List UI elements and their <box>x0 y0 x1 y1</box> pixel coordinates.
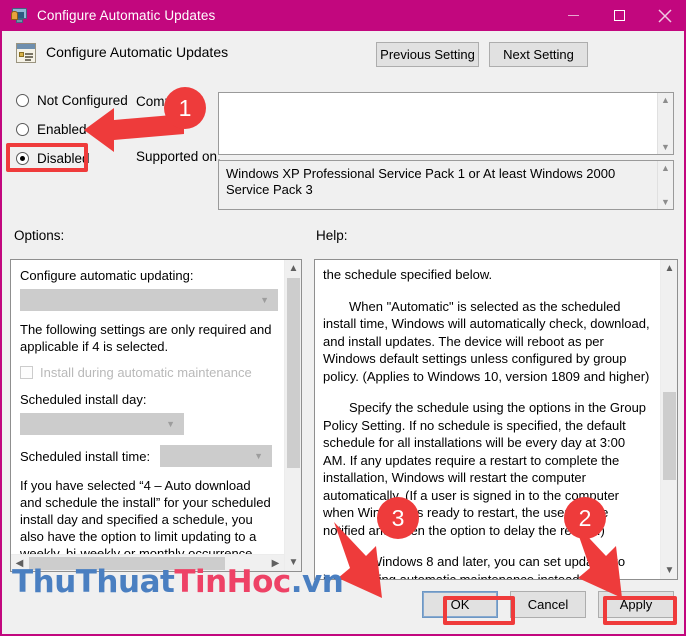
radio-not-configured[interactable]: Not Configured <box>16 93 128 108</box>
radio-enabled[interactable]: Enabled <box>16 122 87 137</box>
radio-not-configured-label: Not Configured <box>37 93 128 108</box>
help-section-label: Help: <box>316 228 348 243</box>
options-panel: Configure automatic updating: ▼ The foll… <box>10 259 302 572</box>
help-scroll-thumb[interactable] <box>663 392 676 480</box>
chevron-down-icon: ▼ <box>166 419 175 429</box>
group-policy-setting-icon <box>16 43 36 63</box>
radio-disabled[interactable]: Disabled <box>16 151 90 166</box>
scroll-down-icon[interactable]: ▼ <box>658 140 674 154</box>
scroll-left-icon[interactable]: ◀ <box>11 555 28 571</box>
help-content: the schedule specified below. When "Auto… <box>315 260 660 579</box>
options-section-label: Options: <box>14 228 65 243</box>
cancel-button[interactable]: Cancel <box>510 591 586 618</box>
maximize-icon <box>613 10 625 21</box>
install-during-maintenance-checkbox[interactable]: Install during automatic maintenance <box>20 365 275 380</box>
radio-disabled-label: Disabled <box>37 151 90 166</box>
configure-automatic-updating-label: Configure automatic updating: <box>20 268 194 283</box>
minimize-icon <box>567 15 579 16</box>
window-controls <box>550 0 684 31</box>
help-paragraph: the schedule specified below. <box>323 267 493 282</box>
options-scroll-thumb[interactable] <box>287 278 300 468</box>
setting-navigation: Previous Setting Next Setting <box>376 42 588 67</box>
comment-textarea[interactable]: ▲ ▼ <box>218 92 674 155</box>
computer-monitor-icon <box>11 7 29 25</box>
radio-not-configured-indicator <box>16 94 29 107</box>
help-panel: the schedule specified below. When "Auto… <box>314 259 678 580</box>
options-horizontal-scrollbar[interactable]: ◀ ▶ <box>11 554 284 571</box>
radio-enabled-label: Enabled <box>37 122 87 137</box>
help-vertical-scrollbar[interactable]: ▲ ▼ <box>660 260 677 579</box>
chevron-down-icon: ▼ <box>260 295 269 305</box>
scroll-right-icon[interactable]: ▶ <box>267 555 284 571</box>
scheduled-install-time-label: Scheduled install time: <box>20 448 151 464</box>
options-content: Configure automatic updating: ▼ The foll… <box>11 260 284 571</box>
help-paragraph: Specify the schedule using the options i… <box>323 400 647 538</box>
scroll-up-icon[interactable]: ▲ <box>285 260 301 277</box>
chevron-down-icon: ▼ <box>254 451 264 461</box>
supported-on-value: Windows XP Professional Service Pack 1 o… <box>226 166 616 197</box>
close-button[interactable] <box>642 0 684 31</box>
scheduled-install-day-label: Scheduled install day: <box>20 392 147 407</box>
configure-automatic-updates-dialog: Configure Automatic Updates Configure Au… <box>0 0 686 636</box>
checkbox-indicator <box>20 366 33 379</box>
configure-automatic-updating-dropdown[interactable]: ▼ <box>20 289 278 311</box>
close-icon <box>658 8 672 23</box>
window-titlebar: Configure Automatic Updates <box>2 0 684 31</box>
supported-on-scrollbar[interactable]: ▲ ▼ <box>657 161 673 209</box>
policy-title: Configure Automatic Updates <box>46 44 229 60</box>
maximize-button[interactable] <box>596 0 642 31</box>
scroll-down-icon[interactable]: ▼ <box>658 195 674 209</box>
apply-button[interactable]: Apply <box>598 591 674 618</box>
comment-scrollbar[interactable]: ▲ ▼ <box>657 93 673 154</box>
options-note: The following settings are only required… <box>20 322 272 354</box>
radio-disabled-indicator <box>16 152 29 165</box>
radio-enabled-indicator <box>16 123 29 136</box>
next-setting-button[interactable]: Next Setting <box>489 42 588 67</box>
scroll-down-icon[interactable]: ▼ <box>661 562 677 579</box>
help-paragraph: When "Automatic" is selected as the sche… <box>323 298 650 384</box>
previous-setting-button[interactable]: Previous Setting <box>376 42 479 67</box>
scheduled-install-day-dropdown[interactable]: ▼ <box>20 413 184 435</box>
help-paragraph: On Windows 8 and later, you can set upda… <box>323 554 626 580</box>
scroll-up-icon[interactable]: ▲ <box>658 161 674 175</box>
supported-on-textarea: Windows XP Professional Service Pack 1 o… <box>218 160 674 210</box>
comment-label: Comment: <box>136 94 199 109</box>
dialog-footer: OK Cancel Apply <box>4 580 684 632</box>
window-title: Configure Automatic Updates <box>37 8 216 23</box>
install-during-maintenance-label: Install during automatic maintenance <box>40 365 252 380</box>
dialog-header: Configure Automatic Updates Previous Set… <box>4 31 684 85</box>
footer-buttons: OK Cancel Apply <box>422 591 674 618</box>
scheduled-install-time-dropdown[interactable]: ▼ <box>160 445 273 467</box>
scheduled-install-time-row: Scheduled install time: ▼ <box>20 445 275 467</box>
scroll-up-icon[interactable]: ▲ <box>661 260 677 277</box>
supported-on-label: Supported on: <box>136 149 221 164</box>
options-vertical-scrollbar[interactable]: ▲ ▼ <box>284 260 301 571</box>
options-hscroll-thumb[interactable] <box>29 557 225 570</box>
scroll-up-icon[interactable]: ▲ <box>658 93 674 107</box>
minimize-button[interactable] <box>550 0 596 31</box>
ok-button[interactable]: OK <box>422 591 498 618</box>
scroll-down-icon[interactable]: ▼ <box>285 554 301 571</box>
